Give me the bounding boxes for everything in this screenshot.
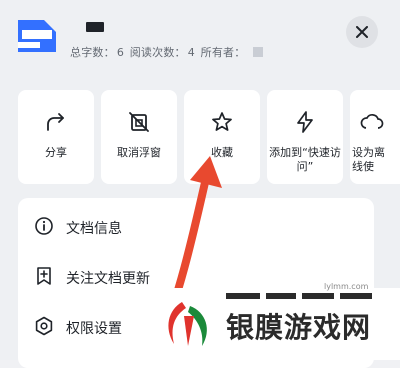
read-count-label: 阅读次数： xyxy=(129,46,186,59)
close-button[interactable] xyxy=(346,16,378,48)
document-stats: 总字数： 6 阅读次数： 4 所有者： xyxy=(70,44,265,60)
list-item-doc-info[interactable]: 文档信息 xyxy=(18,202,374,252)
lightning-icon xyxy=(297,111,313,133)
watermark-brand: 银膜游戏网 xyxy=(226,311,372,344)
offline-button[interactable]: 设为离线使 xyxy=(350,90,400,184)
settings-icon xyxy=(35,316,53,336)
more-menu-sheet: 总字数： 6 阅读次数： 4 所有者： 分享 取消浮窗 收藏 添加到“快速访问”… xyxy=(0,0,400,368)
favorite-label: 收藏 xyxy=(211,146,233,159)
close-icon xyxy=(356,26,368,38)
add-quick-access-button[interactable]: 添加到“快速访问” xyxy=(267,90,343,184)
cancel-float-button[interactable]: 取消浮窗 xyxy=(101,90,177,184)
watermark-url: lylmm.com xyxy=(324,282,369,291)
document-header: 总字数： 6 阅读次数： 4 所有者： xyxy=(0,0,400,78)
star-icon xyxy=(212,112,232,131)
owner-label: 所有者： xyxy=(200,46,246,59)
favorite-button[interactable]: 收藏 xyxy=(184,90,260,184)
follow-update-icon xyxy=(37,267,51,285)
word-count: 6 xyxy=(116,46,125,59)
offline-label: 设为离线使 xyxy=(352,146,385,173)
share-label: 分享 xyxy=(45,146,67,159)
info-icon xyxy=(35,217,53,235)
word-count-label: 总字数： xyxy=(70,46,115,59)
permissions-label: 权限设置 xyxy=(66,321,122,337)
cancel-float-label: 取消浮窗 xyxy=(117,146,161,159)
add-quick-access-label: 添加到“快速访问” xyxy=(269,146,341,173)
owner-avatar xyxy=(253,47,264,57)
cancel-float-icon xyxy=(129,112,149,132)
share-button[interactable]: 分享 xyxy=(18,90,94,184)
offline-icon xyxy=(360,114,384,129)
action-row: 分享 取消浮窗 收藏 添加到“快速访问” 设为离线使 xyxy=(18,90,400,184)
document-title xyxy=(86,22,104,32)
document-logo-icon xyxy=(18,20,56,52)
watermark-strokes xyxy=(226,293,372,299)
watermark-logo xyxy=(168,302,207,346)
read-count: 4 xyxy=(187,46,195,59)
share-icon xyxy=(47,113,64,131)
doc-info-label: 文档信息 xyxy=(66,221,122,237)
follow-updates-label: 关注文档更新 xyxy=(66,271,150,287)
